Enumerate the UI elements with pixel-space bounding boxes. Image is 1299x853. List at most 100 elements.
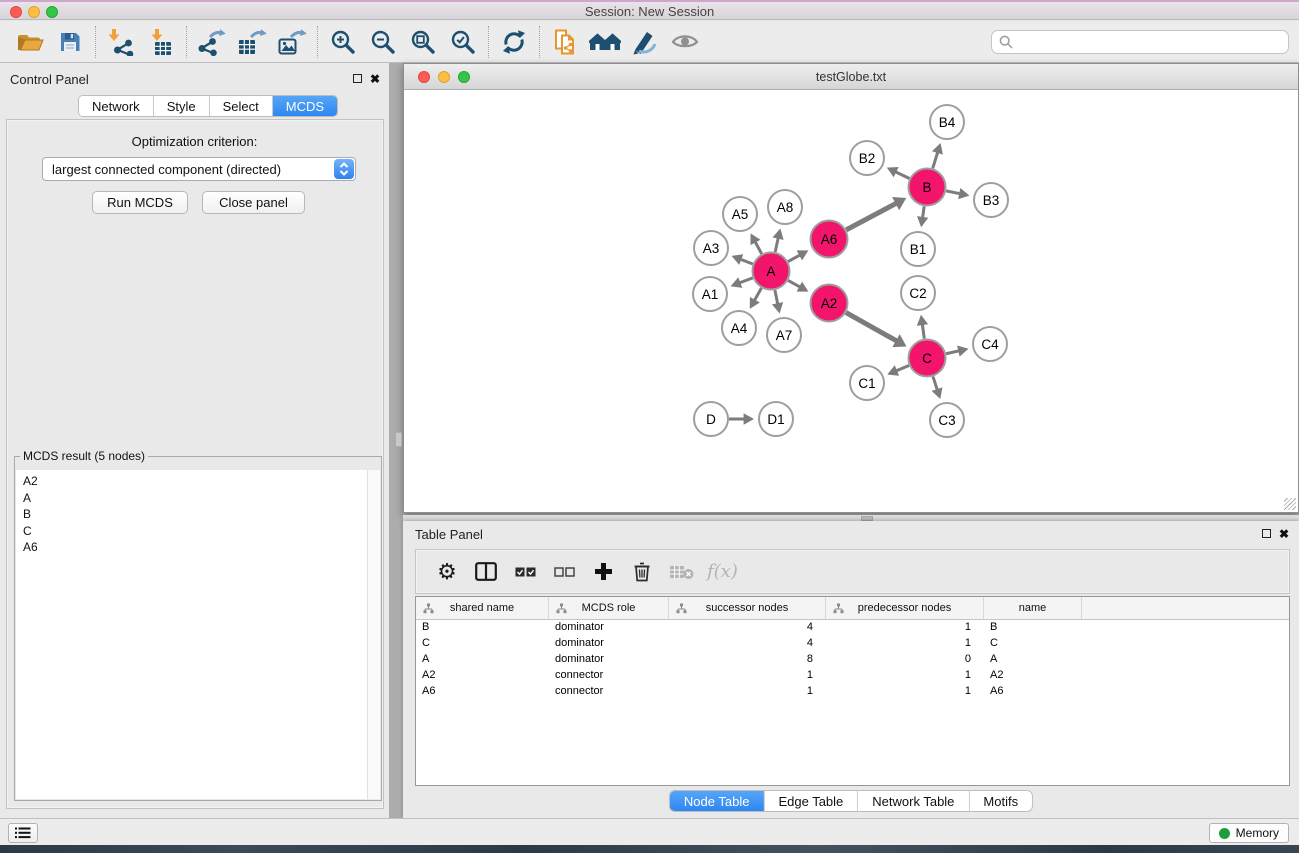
table-tab-node-table[interactable]: Node Table xyxy=(670,791,765,811)
edge-B-B2[interactable] xyxy=(894,171,909,178)
node-C[interactable]: C xyxy=(909,340,946,377)
export-image-button[interactable] xyxy=(272,24,312,60)
edge-B-B4[interactable] xyxy=(933,151,938,168)
cell-successor-nodes[interactable]: 4 xyxy=(669,620,826,636)
network-window-titlebar[interactable]: testGlobe.txt xyxy=(404,64,1298,90)
table-row[interactable]: Cdominator41C xyxy=(416,636,1289,652)
result-item[interactable]: A xyxy=(23,490,367,507)
zoom-in-button[interactable] xyxy=(323,24,363,60)
edge-A-A7[interactable] xyxy=(775,290,778,305)
node-A3[interactable]: A3 xyxy=(694,231,728,265)
save-session-button[interactable] xyxy=(50,24,90,60)
table-tab-motifs[interactable]: Motifs xyxy=(969,791,1032,811)
result-item[interactable]: A2 xyxy=(23,473,367,490)
cell-predecessor-nodes[interactable]: 1 xyxy=(826,668,984,684)
cell-mcds-role[interactable]: connector xyxy=(549,668,669,684)
close-table-panel-icon[interactable]: ✖ xyxy=(1279,528,1289,540)
result-item[interactable]: B xyxy=(23,506,367,523)
node-A7[interactable]: A7 xyxy=(767,318,801,352)
edge-A2-C[interactable] xyxy=(846,313,898,342)
destroy-table-button[interactable] xyxy=(668,559,694,585)
table-row[interactable]: A2connector11A2 xyxy=(416,668,1289,684)
edge-C-C4[interactable] xyxy=(946,351,960,354)
node-B1[interactable]: B1 xyxy=(901,232,935,266)
float-table-panel-icon[interactable] xyxy=(1262,529,1271,538)
apply-layout-button[interactable] xyxy=(494,24,534,60)
edge-A-A8[interactable] xyxy=(775,237,778,252)
tab-select[interactable]: Select xyxy=(210,96,273,116)
cell-mcds-role[interactable]: dominator xyxy=(549,620,669,636)
import-table-button[interactable] xyxy=(141,24,181,60)
resize-grip-icon[interactable] xyxy=(1284,498,1296,510)
edge-A-A2[interactable] xyxy=(788,280,801,287)
edge-A6-B[interactable] xyxy=(846,203,897,230)
cell-name[interactable]: C xyxy=(984,636,1082,652)
clone-network-button[interactable] xyxy=(545,24,585,60)
show-panel-list-button[interactable] xyxy=(8,823,38,843)
delete-row-button[interactable] xyxy=(629,559,655,585)
cell-predecessor-nodes[interactable]: 0 xyxy=(826,652,984,668)
table-row[interactable]: A6connector11A6 xyxy=(416,684,1289,700)
zoom-fit-button[interactable] xyxy=(403,24,443,60)
table-tab-edge-table[interactable]: Edge Table xyxy=(764,791,858,811)
close-panel-button[interactable]: Close panel xyxy=(202,191,305,214)
table-row[interactable]: Bdominator41B xyxy=(416,620,1289,636)
node-C2[interactable]: C2 xyxy=(901,276,935,310)
node-table[interactable]: shared nameMCDS rolesuccessor nodesprede… xyxy=(415,596,1290,786)
cell-mcds-role[interactable]: dominator xyxy=(549,636,669,652)
cell-shared-name[interactable]: C xyxy=(416,636,549,652)
edge-C-C3[interactable] xyxy=(933,377,938,392)
memory-button[interactable]: Memory xyxy=(1209,823,1289,843)
search-input[interactable] xyxy=(1018,35,1288,50)
export-network-button[interactable] xyxy=(192,24,232,60)
table-row[interactable]: Adominator80A xyxy=(416,652,1289,668)
result-item[interactable]: A6 xyxy=(23,539,367,556)
node-D[interactable]: D xyxy=(694,402,728,436)
mcds-result-list[interactable]: A2ABCA6 xyxy=(16,470,367,799)
tab-mcds[interactable]: MCDS xyxy=(273,96,337,116)
result-scrollbar[interactable] xyxy=(367,470,380,799)
table-settings-button[interactable]: ⚙ xyxy=(434,559,460,585)
edge-C-C2[interactable] xyxy=(922,323,924,339)
cell-successor-nodes[interactable]: 1 xyxy=(669,684,826,700)
cell-name[interactable]: A xyxy=(984,652,1082,668)
cell-successor-nodes[interactable]: 1 xyxy=(669,668,826,684)
column-header-shared-name[interactable]: shared name xyxy=(416,597,549,619)
edge-A-A6[interactable] xyxy=(788,254,801,261)
network-canvas[interactable]: B4B2BB3A8A5A6A3B1AA1C2A2A4A7C4CC1C3DD1 xyxy=(405,91,1297,511)
node-B[interactable]: B xyxy=(909,169,946,206)
first-neighbors-button[interactable] xyxy=(585,24,625,60)
column-header-successor-nodes[interactable]: successor nodes xyxy=(669,597,826,619)
cell-mcds-role[interactable]: connector xyxy=(549,684,669,700)
column-header-mcds-role[interactable]: MCDS role xyxy=(549,597,669,619)
node-A5[interactable]: A5 xyxy=(723,197,757,231)
edge-B-B3[interactable] xyxy=(946,191,961,194)
cell-successor-nodes[interactable]: 8 xyxy=(669,652,826,668)
run-mcds-button[interactable]: Run MCDS xyxy=(92,191,188,214)
node-B2[interactable]: B2 xyxy=(850,141,884,175)
show-graphics-details-button[interactable] xyxy=(665,24,705,60)
cell-mcds-role[interactable]: dominator xyxy=(549,652,669,668)
zoom-out-button[interactable] xyxy=(363,24,403,60)
add-row-button[interactable] xyxy=(590,559,616,585)
vscroll-thumb[interactable] xyxy=(395,432,402,447)
cell-successor-nodes[interactable]: 4 xyxy=(669,636,826,652)
unselect-all-columns-button[interactable] xyxy=(551,559,577,585)
result-item[interactable]: C xyxy=(23,523,367,540)
node-B4[interactable]: B4 xyxy=(930,105,964,139)
select-all-columns-button[interactable] xyxy=(512,559,538,585)
cell-name[interactable]: B xyxy=(984,620,1082,636)
tab-network[interactable]: Network xyxy=(79,96,154,116)
edge-A-A5[interactable] xyxy=(755,241,762,254)
node-A6[interactable]: A6 xyxy=(811,221,848,258)
node-A[interactable]: A xyxy=(753,253,790,290)
column-header-predecessor-nodes[interactable]: predecessor nodes xyxy=(826,597,984,619)
open-session-button[interactable] xyxy=(10,24,50,60)
table-tab-network-table[interactable]: Network Table xyxy=(858,791,969,811)
column-layout-button[interactable] xyxy=(473,559,499,585)
close-panel-icon[interactable]: ✖ xyxy=(370,73,380,85)
zoom-selected-button[interactable] xyxy=(443,24,483,60)
node-A8[interactable]: A8 xyxy=(768,190,802,224)
float-panel-icon[interactable] xyxy=(353,74,362,83)
tab-style[interactable]: Style xyxy=(154,96,210,116)
